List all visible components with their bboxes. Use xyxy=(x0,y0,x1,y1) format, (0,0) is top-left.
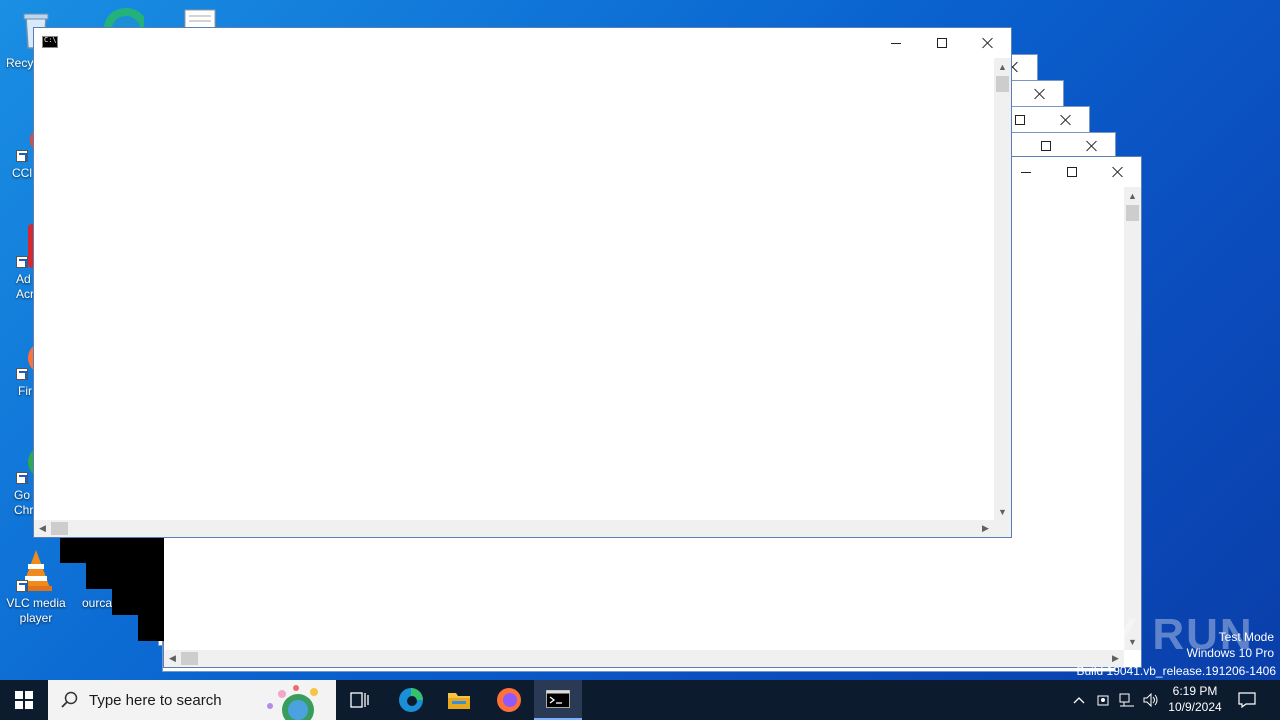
taskbar-search-box[interactable]: Type here to search xyxy=(48,680,336,720)
chevron-up-icon xyxy=(1073,697,1085,704)
title-bar[interactable] xyxy=(34,28,1011,58)
device-icon xyxy=(1097,695,1109,706)
close-button[interactable] xyxy=(965,28,1011,58)
console-fragment xyxy=(138,537,164,641)
scroll-down-icon[interactable]: ▼ xyxy=(994,503,1011,520)
scroll-left-icon[interactable]: ◀ xyxy=(34,520,51,537)
horizontal-scrollbar[interactable]: ◀ ▶ xyxy=(164,650,1124,667)
scroll-thumb[interactable] xyxy=(51,522,68,535)
cmd-icon xyxy=(42,36,58,48)
vertical-scrollbar[interactable]: ▲ ▼ xyxy=(994,58,1011,520)
shortcut-arrow-icon xyxy=(16,580,28,592)
build-text: Build 19041.vb_release.191206-1406 xyxy=(1076,664,1277,678)
scroll-thumb[interactable] xyxy=(996,76,1009,92)
shortcut-arrow-icon xyxy=(16,368,28,380)
tray-network-button[interactable] xyxy=(1116,680,1138,720)
tray-overflow-button[interactable] xyxy=(1068,680,1090,720)
notification-center-button[interactable] xyxy=(1232,680,1262,720)
start-button[interactable] xyxy=(0,680,48,720)
volume-icon xyxy=(1143,693,1158,707)
maximize-button[interactable] xyxy=(1049,157,1095,187)
close-icon xyxy=(1034,88,1046,100)
maximize-icon xyxy=(1041,141,1051,151)
resize-grip-icon[interactable] xyxy=(994,520,1011,537)
close-button[interactable] xyxy=(1095,157,1141,187)
maximize-icon xyxy=(1067,167,1077,177)
scroll-thumb[interactable] xyxy=(1126,205,1139,221)
search-highlight-icon xyxy=(267,685,318,720)
tray-device-icon-button[interactable] xyxy=(1092,680,1114,720)
console-fragment xyxy=(60,537,86,563)
minimize-icon xyxy=(891,42,901,44)
cmd-icon xyxy=(546,690,570,708)
scroll-left-icon[interactable]: ◀ xyxy=(164,650,181,667)
windows-edition-text: Windows 10 Pro xyxy=(1186,646,1274,660)
scroll-up-icon[interactable]: ▲ xyxy=(994,58,1011,75)
close-button[interactable] xyxy=(1043,107,1089,133)
cmd-window-front[interactable]: ▲ ▼ ◀ ▶ xyxy=(33,27,1012,538)
edge-icon xyxy=(399,688,423,712)
maximize-icon xyxy=(937,38,947,48)
taskbar-file-explorer[interactable] xyxy=(438,680,480,720)
taskbar-edge[interactable] xyxy=(390,680,432,720)
minimize-icon xyxy=(1021,171,1031,173)
vlc-icon xyxy=(14,548,58,592)
network-icon xyxy=(1119,693,1134,707)
horizontal-scrollbar[interactable]: ◀ ▶ xyxy=(34,520,994,537)
taskbar-cmd-active[interactable] xyxy=(534,680,582,720)
search-placeholder: Type here to search xyxy=(89,691,222,709)
test-mode-text: Test Mode xyxy=(1218,630,1274,644)
taskbar: Type here to search 6:19 PM 10/9/2024 xyxy=(0,680,1280,720)
firefox-icon xyxy=(497,688,521,712)
vertical-scrollbar[interactable]: ▲ ▼ xyxy=(1124,187,1141,650)
console-fragment xyxy=(112,537,138,615)
shortcut-arrow-icon xyxy=(16,150,28,162)
task-view-button[interactable] xyxy=(340,680,380,720)
notification-icon xyxy=(1238,692,1256,708)
taskbar-firefox[interactable] xyxy=(488,680,530,720)
windows-logo-icon xyxy=(15,691,33,709)
task-view-icon xyxy=(350,692,369,708)
minimize-button[interactable] xyxy=(873,28,919,58)
clock-date: 10/9/2024 xyxy=(1168,700,1222,714)
shortcut-arrow-icon xyxy=(16,472,28,484)
scroll-thumb[interactable] xyxy=(181,652,198,665)
maximize-icon xyxy=(1015,115,1025,125)
desktop-icon-label: VLC media player xyxy=(6,596,66,625)
clock-time: 6:19 PM xyxy=(1172,684,1218,698)
shortcut-arrow-icon xyxy=(16,256,28,268)
console-fragment xyxy=(86,537,112,589)
close-icon xyxy=(1086,140,1098,152)
maximize-button[interactable] xyxy=(919,28,965,58)
close-button[interactable] xyxy=(1017,81,1063,107)
scroll-up-icon[interactable]: ▲ xyxy=(1124,187,1141,204)
close-icon xyxy=(982,37,994,49)
clock[interactable]: 6:19 PM 10/9/2024 xyxy=(1160,683,1230,715)
close-icon xyxy=(1060,114,1072,126)
scroll-right-icon[interactable]: ▶ xyxy=(977,520,994,537)
close-icon xyxy=(1112,166,1124,178)
folder-icon xyxy=(448,693,470,709)
tray-volume-button[interactable] xyxy=(1140,680,1162,720)
search-icon xyxy=(61,691,78,708)
